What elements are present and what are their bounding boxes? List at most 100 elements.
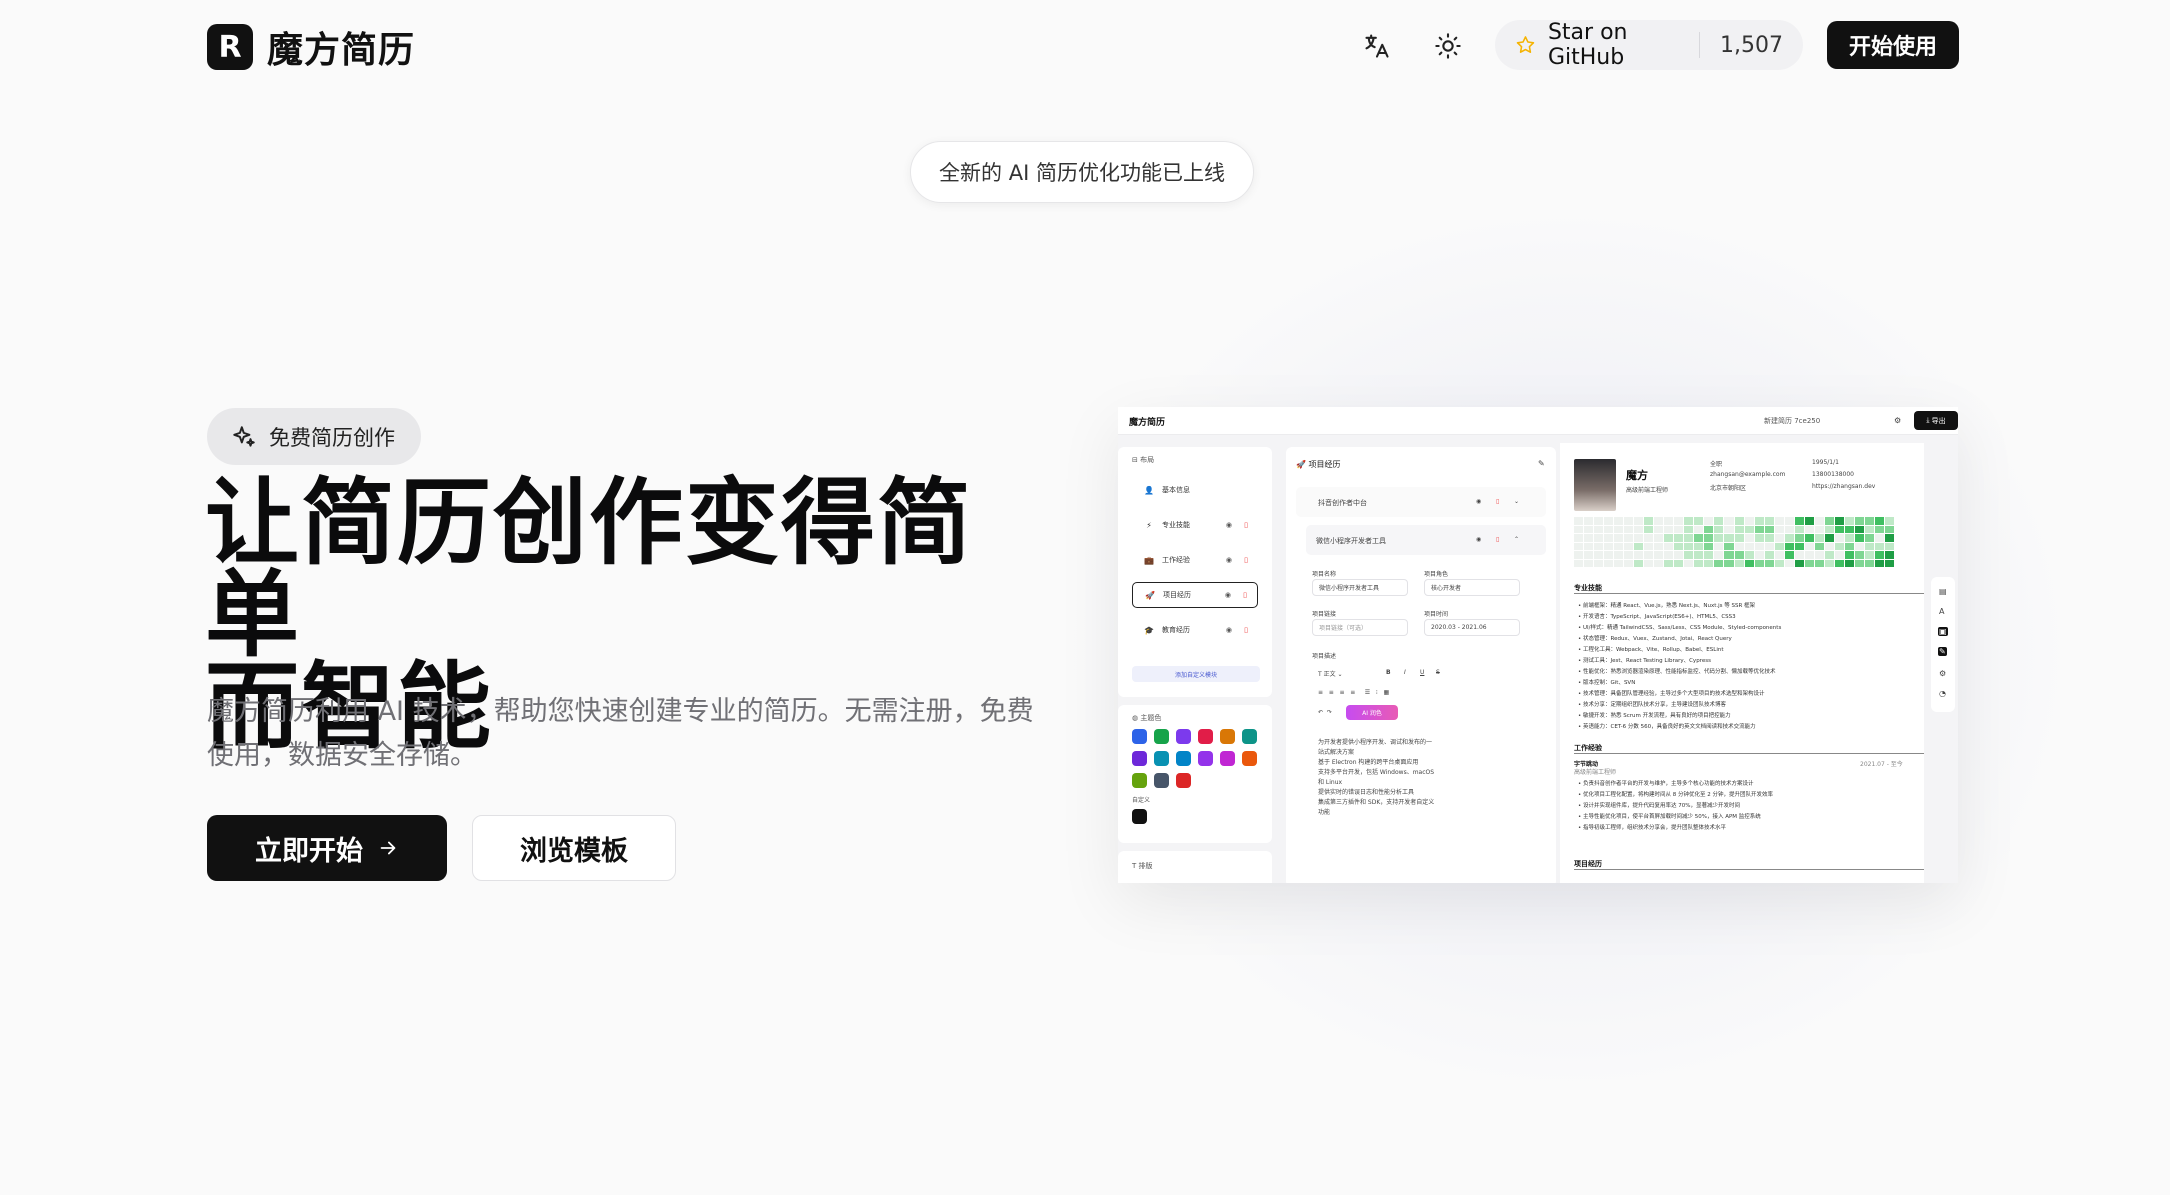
heatmap-cell xyxy=(1834,534,1844,542)
preview-left-panel: ⊟ 布局 👤 基本信息 ⚡ 专业技能 ◉ ▯ 💼 工作经验 ◉ ▯ 🚀 项目经历 ◉ ▯ 🎓 教育经历… xyxy=(1118,443,1272,883)
browse-templates-button[interactable]: 浏览模板 xyxy=(472,815,676,881)
module-item: 🎓 教育经历 ◉ ▯ xyxy=(1132,617,1258,643)
heatmap-cell xyxy=(1624,534,1634,542)
font-icon: A xyxy=(1939,607,1945,616)
heatmap-cell xyxy=(1614,559,1624,567)
sort-card: T 排版 xyxy=(1118,851,1272,883)
skill-item: • 测试工具：Jest、React Testing Library、Cypres… xyxy=(1578,658,1711,664)
description-line: 提供实时的错误日志和性能分析工具 xyxy=(1318,789,1415,796)
heatmap-cell xyxy=(1814,551,1824,559)
heatmap-cell xyxy=(1834,542,1844,550)
rocket-icon: 🚀 xyxy=(1145,590,1155,600)
heatmap-cell xyxy=(1794,534,1804,542)
text-style-button: T 正文 ⌄ xyxy=(1318,671,1343,678)
hero-description-line-1: 魔方简历利用 AI 技术，帮助您快速创建专业的简历。无需注册，免费 xyxy=(207,696,1034,727)
theme-card: ◍ 主题色 自定义 xyxy=(1118,705,1272,843)
hero-description: 魔方简历利用 AI 技术，帮助您快速创建专业的简历。无需注册，免费 使用，数据安… xyxy=(207,690,1047,778)
preview-filename: 新建简历 7ce250 xyxy=(1764,417,1821,425)
skill-item: • 性能优化：熟悉浏览器渲染原理、性能指标监控、代码分割、懒加载等优化技术 xyxy=(1578,669,1776,675)
heatmap-cell xyxy=(1604,525,1614,533)
heatmap-cell xyxy=(1764,542,1774,550)
heatmap-cell xyxy=(1874,559,1884,567)
heatmap-cell xyxy=(1704,517,1714,525)
heatmap-cell xyxy=(1714,517,1724,525)
heatmap-cell xyxy=(1644,534,1654,542)
theme-color-swatch xyxy=(1132,773,1147,788)
heatmap-cell xyxy=(1764,551,1774,559)
badge-label: 免费简历创作 xyxy=(269,425,395,450)
theme-color-swatch xyxy=(1132,751,1147,766)
heatmap-cell xyxy=(1824,559,1834,567)
heatmap-cell xyxy=(1754,542,1764,550)
heatmap-cell xyxy=(1844,534,1854,542)
description-line: 和 Linux xyxy=(1318,779,1343,786)
heatmap-cell xyxy=(1724,551,1734,559)
github-icon: ◔ xyxy=(1939,689,1946,698)
heatmap-cell xyxy=(1884,525,1894,533)
resume-title: 高级前端工程师 xyxy=(1626,487,1669,494)
heatmap-cell xyxy=(1884,551,1894,559)
heatmap-cell xyxy=(1634,542,1644,550)
heatmap-cell xyxy=(1744,559,1754,567)
heatmap-cell xyxy=(1674,551,1684,559)
announcement-pill[interactable]: 全新的 AI 简历优化功能已上线 xyxy=(910,141,1254,203)
start-now-button[interactable]: 立即开始 xyxy=(207,815,447,881)
heatmap-cell xyxy=(1844,542,1854,550)
github-star-button[interactable]: Star on GitHub 1,507 xyxy=(1495,20,1803,70)
heatmap-cell xyxy=(1624,551,1634,559)
heatmap-cell xyxy=(1864,534,1874,542)
heatmap-cell xyxy=(1674,534,1684,542)
heatmap-cell xyxy=(1754,559,1764,567)
description-line: 站式解决方案 xyxy=(1318,749,1355,756)
text-style-label: 正文 xyxy=(1323,671,1336,678)
gear-icon: ⚙ xyxy=(1939,669,1947,678)
heatmap-cell xyxy=(1704,525,1714,533)
project-link-input: 项目链接（可选） xyxy=(1312,619,1408,636)
heatmap-cell xyxy=(1584,559,1594,567)
skills-title: 专业技能 xyxy=(1574,584,1602,592)
heatmap-cell xyxy=(1574,525,1584,533)
theme-color-swatch xyxy=(1242,751,1257,766)
heatmap-cell xyxy=(1574,534,1584,542)
heatmap-cell xyxy=(1794,525,1804,533)
sort-label: T 排版 xyxy=(1132,862,1153,870)
projects-title: 项目经历 xyxy=(1574,860,1602,868)
contact-item: 13800138000 xyxy=(1812,471,1854,478)
skill-item: • 技术管理：具备团队管理经验，主导过多个大型项目的技术选型和架构设计 xyxy=(1578,691,1765,697)
add-custom-module: 添加自定义模块 xyxy=(1132,666,1260,682)
theme-color-swatch xyxy=(1198,751,1213,766)
heatmap-cell xyxy=(1724,559,1734,567)
heatmap-cell xyxy=(1794,551,1804,559)
preview-editor: 🚀 项目经历 ✎ 抖音创作者中台 ◉ ▯ ⌄ 微信小程序开发者工具 ◉ ▯ ⌃ … xyxy=(1286,443,1556,883)
heatmap-cell xyxy=(1774,534,1784,542)
heatmap-cell xyxy=(1814,534,1824,542)
theme-color-swatch xyxy=(1154,773,1169,788)
heatmap-cell xyxy=(1744,517,1754,525)
heatmap-cell xyxy=(1644,559,1654,567)
preview-export-button: ⤓ 导出 xyxy=(1914,411,1958,430)
heatmap-cell xyxy=(1834,551,1844,559)
project-row: 抖音创作者中台 ◉ ▯ ⌄ xyxy=(1296,487,1546,517)
heatmap-cell xyxy=(1644,525,1654,533)
heatmap-cell xyxy=(1804,551,1814,559)
heatmap-cell xyxy=(1674,542,1684,550)
start-using-button[interactable]: 开始使用 xyxy=(1827,21,1959,69)
heatmap-cell xyxy=(1654,551,1664,559)
translate-icon[interactable] xyxy=(1360,29,1394,63)
skill-item: • 状态管理：Redux、Vuex、Zustand、Jotai、React Qu… xyxy=(1578,636,1732,642)
heatmap-cell xyxy=(1864,525,1874,533)
chevron-down-icon: ⌄ xyxy=(1514,498,1520,505)
heatmap-cell xyxy=(1794,517,1804,525)
project-header: 微信小程序开发者工具 ◉ ▯ ⌃ xyxy=(1306,525,1546,555)
heatmap-cell xyxy=(1824,551,1834,559)
theme-toggle-sun-icon[interactable] xyxy=(1431,29,1465,63)
bold-icon: B xyxy=(1386,669,1391,676)
heatmap-cell xyxy=(1854,542,1864,550)
field-label: 项目名称 xyxy=(1312,571,1337,578)
heatmap-cell xyxy=(1654,542,1664,550)
heatmap-cell xyxy=(1864,517,1874,525)
heatmap-cell xyxy=(1754,517,1764,525)
heatmap-cell xyxy=(1884,559,1894,567)
heatmap-cell xyxy=(1754,534,1764,542)
logo[interactable]: R 魔方简历 xyxy=(207,21,415,73)
